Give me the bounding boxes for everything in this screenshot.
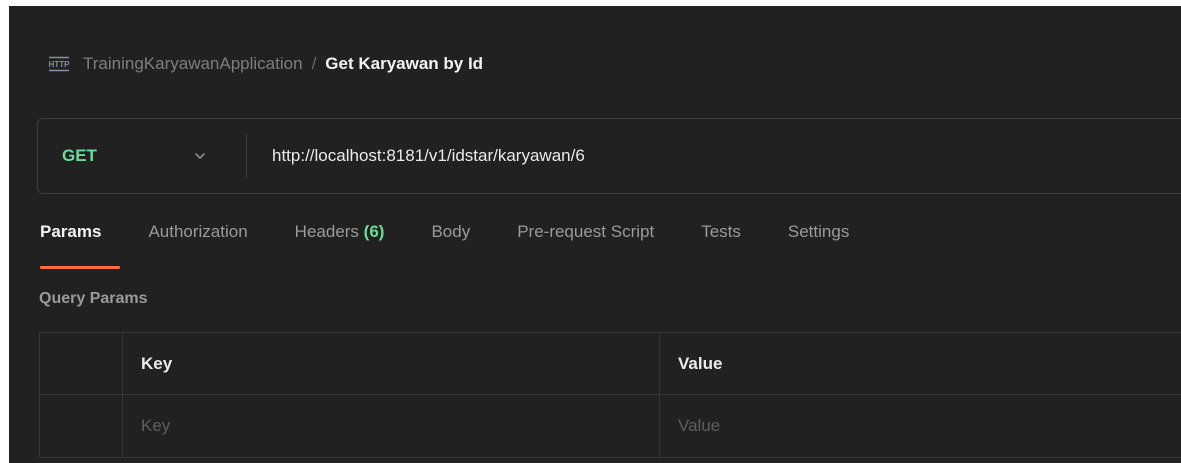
tab-authorization-label: Authorization [148,222,248,241]
tab-pre-request-script-label: Pre-request Script [517,222,655,241]
row-checkbox-cell[interactable] [40,395,123,457]
select-column-header [40,333,123,394]
tab-tests-label: Tests [701,222,741,241]
tab-tests[interactable]: Tests [701,222,741,274]
http-request-icon: HTTP [47,55,71,73]
tab-body[interactable]: Body [431,222,470,274]
breadcrumb-collection-link[interactable]: TrainingKaryawanApplication [83,54,303,74]
query-params-table: Key Value [39,332,1181,458]
url-divider [246,134,247,178]
table-row [40,395,1181,457]
chevron-down-icon [194,152,206,160]
headers-count-badge: (6) [363,222,385,241]
tab-headers-label: Headers [294,222,359,241]
request-panel: HTTP TrainingKaryawanApplication / Get K… [9,6,1181,463]
tab-settings[interactable]: Settings [788,222,849,274]
tab-headers[interactable]: Headers (6) [295,222,385,274]
active-tab-indicator [40,266,120,269]
param-key-input[interactable] [141,416,659,436]
tab-settings-label: Settings [787,222,850,241]
url-input[interactable]: http://localhost:8181/v1/idstar/karyawan… [272,146,585,166]
param-value-input[interactable] [678,416,1181,436]
value-cell [660,395,1181,457]
url-bar: GET http://localhost:8181/v1/idstar/kary… [37,118,1181,194]
table-header-row: Key Value [40,333,1181,395]
request-name[interactable]: Get Karyawan by Id [325,54,483,74]
tab-params[interactable]: Params [40,222,120,274]
tab-authorization[interactable]: Authorization [148,222,247,274]
svg-text:HTTP: HTTP [49,60,70,69]
breadcrumb: HTTP TrainingKaryawanApplication / Get K… [47,52,484,76]
tab-params-label: Params [40,222,102,241]
request-tabs: Params Authorization Headers (6) Body Pr… [40,222,896,274]
method-select[interactable]: GET [38,119,246,193]
key-column-header: Key [123,333,660,394]
value-column-header: Value [678,353,723,373]
tab-body-label: Body [431,222,471,241]
breadcrumb-separator: / [311,54,317,73]
query-params-title: Query Params [39,290,148,307]
key-cell [123,395,660,457]
tab-pre-request-script[interactable]: Pre-request Script [517,222,654,274]
method-label: GET [62,146,97,165]
